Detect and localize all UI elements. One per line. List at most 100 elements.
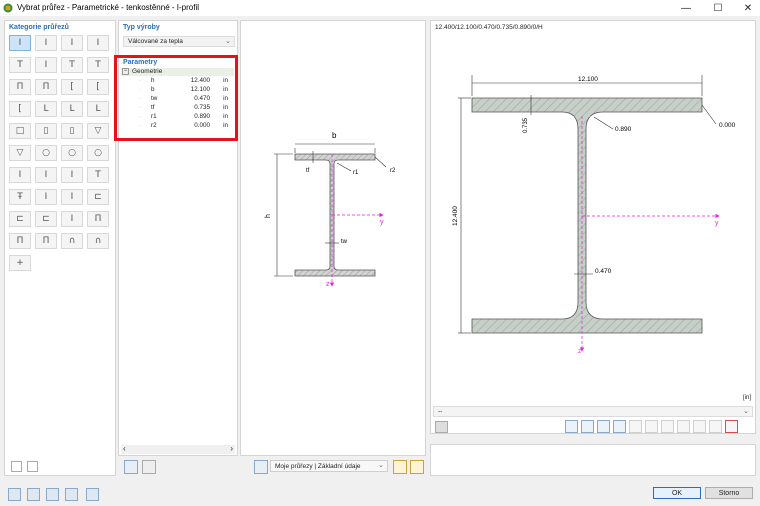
category-button-26[interactable]: I — [35, 167, 57, 183]
category-button-3[interactable]: I — [61, 35, 83, 51]
categories-panel: Kategorie průřezů I I I I T I T T Π Π[[[L L L □ ▯ ▯ ▽ ▽ ○… — [4, 20, 116, 476]
parameter-row[interactable]: · tf 0.735 in — [119, 104, 238, 112]
label-b: b — [332, 131, 337, 140]
settings-icon[interactable] — [435, 421, 448, 433]
parameter-row[interactable]: · r2 0.000 in — [119, 122, 238, 130]
category-button-19[interactable]: ▯ — [61, 123, 83, 139]
open-folder-icon[interactable] — [393, 460, 407, 474]
parameter-symbol: r1 — [151, 113, 157, 120]
category-button-18[interactable]: ▯ — [35, 123, 57, 139]
show-points-icon[interactable] — [613, 420, 626, 433]
reset-icon[interactable] — [725, 420, 738, 433]
close-button[interactable]: ✕ — [734, 0, 760, 16]
category-button-41[interactable]: + — [9, 255, 31, 271]
category-button-37[interactable]: Π — [9, 233, 31, 249]
category-button-40[interactable]: ∩ — [87, 233, 109, 249]
category-button-30[interactable]: I — [35, 189, 57, 205]
category-button-32[interactable]: ⊏ — [87, 189, 109, 205]
dim-tf: 0.735 — [523, 117, 529, 133]
category-button-7[interactable]: T — [61, 57, 83, 73]
category-button-29[interactable]: Ŧ — [9, 189, 31, 205]
table-icon[interactable] — [142, 460, 156, 474]
collapse-icon[interactable] — [27, 461, 38, 472]
category-button-6[interactable]: I — [35, 57, 57, 73]
parameter-value[interactable]: 0.735 — [174, 104, 210, 111]
category-button-24[interactable]: ○ — [87, 145, 109, 161]
parameter-row[interactable]: · tw 0.470 in — [119, 95, 238, 103]
category-button-5[interactable]: T — [9, 57, 31, 73]
category-button-38[interactable]: Π — [35, 233, 57, 249]
preview-axis-z: z — [578, 349, 581, 355]
category-button-16[interactable]: L — [87, 101, 109, 117]
category-button-31[interactable]: I — [61, 189, 83, 205]
chevron-down-icon: ⌄ — [743, 408, 749, 415]
category-button-34[interactable]: ⊏ — [35, 211, 57, 227]
category-button-27[interactable]: I — [61, 167, 83, 183]
show-dimensions-icon[interactable] — [581, 420, 594, 433]
category-button-11[interactable]: [ — [61, 79, 83, 95]
show-section-icon[interactable] — [565, 420, 578, 433]
category-button-33[interactable]: ⊏ — [9, 211, 31, 227]
print-icon[interactable] — [709, 420, 722, 433]
category-button-28[interactable]: T — [87, 167, 109, 183]
parameter-value[interactable]: 0.000 — [174, 122, 210, 129]
scroll-left-icon[interactable]: ‹ — [123, 444, 126, 453]
category-button-2[interactable]: I — [35, 35, 57, 51]
show-fill-icon[interactable] — [645, 420, 658, 433]
search-icon[interactable] — [8, 488, 21, 501]
geometry-group-row[interactable]: − Geometrie — [121, 68, 234, 76]
category-button-25[interactable]: I — [9, 167, 31, 183]
numbers-icon[interactable] — [27, 488, 40, 501]
scroll-right-icon[interactable]: › — [230, 444, 233, 453]
pin-icon[interactable] — [254, 460, 268, 474]
category-button-13[interactable]: [ — [9, 101, 31, 117]
library-select-value: Moje průřezy | Základní údaje — [275, 463, 361, 470]
collapse-icon[interactable]: − — [122, 68, 129, 75]
category-button-14[interactable]: L — [35, 101, 57, 117]
parameter-value[interactable]: 0.470 — [174, 95, 210, 102]
horizontal-scrollbar[interactable]: ‹ › — [121, 444, 235, 454]
category-button-1[interactable]: I — [9, 35, 31, 51]
parameter-row[interactable]: · h 12.400 in — [119, 77, 238, 85]
category-button-21[interactable]: ▽ — [9, 145, 31, 161]
maximize-button[interactable]: ☐ — [704, 0, 732, 16]
category-button-22[interactable]: ○ — [35, 145, 57, 161]
show-outline-icon[interactable] — [629, 420, 642, 433]
zoom-fit-icon[interactable] — [693, 420, 706, 433]
show-labels-icon[interactable] — [661, 420, 674, 433]
export-icon[interactable] — [65, 488, 78, 501]
minimize-button[interactable]: — — [672, 0, 700, 16]
category-button-20[interactable]: ▽ — [87, 123, 109, 139]
category-button-23[interactable]: ○ — [61, 145, 83, 161]
category-button-35[interactable]: I — [61, 211, 83, 227]
ok-button[interactable]: OK — [653, 487, 701, 499]
import-icon[interactable] — [46, 488, 59, 501]
label-h: h — [265, 214, 272, 218]
library-select[interactable]: Moje průřezy | Základní údaje ⌄ — [270, 460, 388, 472]
view-select[interactable]: -- ⌄ — [433, 406, 753, 417]
show-axes-icon[interactable] — [597, 420, 610, 433]
category-button-17[interactable]: □ — [9, 123, 31, 139]
properties-icon[interactable] — [86, 488, 99, 501]
info-icon[interactable] — [124, 460, 138, 474]
show-grid-icon[interactable] — [677, 420, 690, 433]
preview-panel: 12.400/12.100/0.470/0.735/0.890/0/H 12.1… — [430, 20, 756, 434]
category-button-10[interactable]: Π — [35, 79, 57, 95]
category-button-39[interactable]: ∩ — [61, 233, 83, 249]
expand-icon[interactable] — [11, 461, 22, 472]
category-button-12[interactable]: [ — [87, 79, 109, 95]
category-button-4[interactable]: I — [87, 35, 109, 51]
parameter-value[interactable]: 0.890 — [174, 113, 210, 120]
fabrication-select[interactable]: Válcované za tepla ⌄ — [123, 36, 235, 47]
parameter-value[interactable]: 12.100 — [174, 86, 210, 93]
category-button-15[interactable]: L — [61, 101, 83, 117]
tree-line: · — [139, 122, 142, 129]
category-button-8[interactable]: T — [87, 57, 109, 73]
parameter-row[interactable]: · r1 0.890 in — [119, 113, 238, 121]
parameter-row[interactable]: · b 12.100 in — [119, 86, 238, 94]
parameter-value[interactable]: 12.400 — [174, 77, 210, 84]
save-folder-icon[interactable] — [410, 460, 424, 474]
cancel-button[interactable]: Storno — [705, 487, 753, 499]
category-button-36[interactable]: Π — [87, 211, 109, 227]
category-button-9[interactable]: Π — [9, 79, 31, 95]
